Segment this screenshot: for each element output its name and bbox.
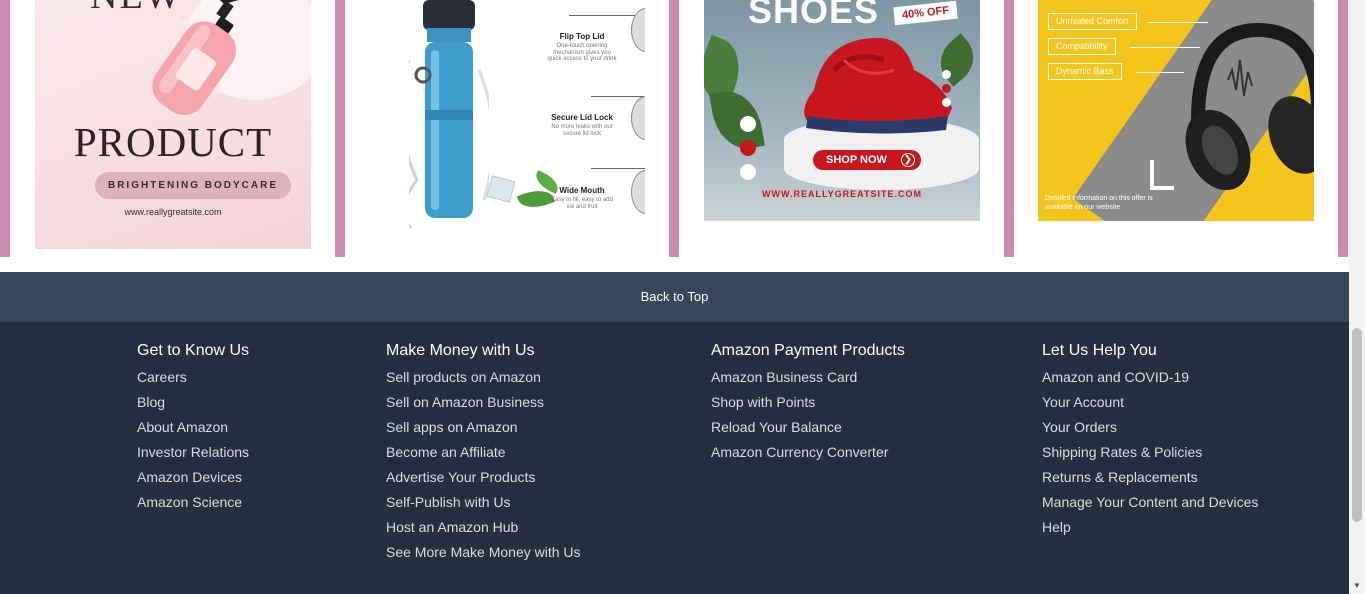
footer-link[interactable]: Amazon and COVID-19	[1042, 367, 1258, 392]
footer-link[interactable]: Amazon Devices	[137, 467, 249, 492]
product-card-bodycare[interactable]: NEW PRODUCT BRIGHTENING BODYCARE www.rea…	[35, 0, 311, 249]
plant-leaf-icon	[709, 86, 765, 154]
feature-tag: Unrivaled Comfort	[1048, 13, 1137, 30]
feature-title: Wide Mouth	[559, 186, 605, 195]
feature-title: Flip Top Lid	[559, 32, 605, 41]
footer-link[interactable]: Reload Your Balance	[711, 417, 905, 442]
footer-column-help: Let Us Help You Amazon and COVID-19 Your…	[1042, 341, 1258, 542]
card-url: www.reallygreatsite.com	[124, 207, 222, 217]
footer-link[interactable]: Investor Relations	[137, 442, 249, 467]
footer-column-heading: Amazon Payment Products	[711, 342, 905, 359]
footer-link[interactable]: Help	[1042, 517, 1258, 542]
card-title: PRODUCT	[73, 119, 273, 165]
arrow-right-icon: ❯	[901, 153, 915, 167]
footer-column-payment-products: Amazon Payment Products Amazon Business …	[711, 341, 905, 467]
card-title: SHOES	[748, 0, 880, 31]
product-card-shoes[interactable]: SHOES 40% OFF SHOP NOW ❯ WWW.REALLYGREAT…	[704, 0, 980, 221]
footer-link[interactable]: Advertise Your Products	[386, 467, 581, 492]
feature-tag: Dynamic Bass	[1048, 63, 1122, 80]
headphones-image	[1185, 22, 1314, 191]
footer-link[interactable]: Sell on Amazon Business	[386, 392, 581, 417]
decor-dot	[740, 140, 756, 156]
callout-line	[1148, 22, 1208, 23]
feature-wide-mouth: Wide Mouth Easy to fill, easy to add ice…	[547, 186, 617, 210]
feature-title: Secure Lid Lock	[551, 113, 613, 122]
card-divider	[669, 0, 679, 257]
offer-note: Detailed information on this offer is av…	[1045, 195, 1153, 211]
footer-link[interactable]: Your Account	[1042, 392, 1258, 417]
card-divider	[0, 0, 10, 257]
footer-link[interactable]: Amazon Science	[137, 492, 249, 517]
callout-line	[569, 15, 644, 16]
shop-now-button[interactable]: SHOP NOW ❯	[813, 150, 921, 170]
feature-secure-lid-lock: Secure Lid Lock No more leaks with our s…	[547, 113, 617, 137]
footer-link[interactable]: Self-Publish with Us	[386, 492, 581, 517]
footer-column-make-money: Make Money with Us Sell products on Amaz…	[386, 341, 581, 567]
vertical-scrollbar[interactable]: ▼	[1349, 0, 1365, 594]
decor-dot	[942, 70, 951, 79]
footer-column-get-to-know-us: Get to Know Us Careers Blog About Amazon…	[137, 341, 249, 517]
footer-link[interactable]: Amazon Currency Converter	[711, 442, 905, 467]
footer-link[interactable]: Blog	[137, 392, 249, 417]
card-divider	[1004, 0, 1014, 257]
footer-link[interactable]: Host an Amazon Hub	[386, 517, 581, 542]
card-divider	[1338, 0, 1348, 257]
product-card-water-bottle[interactable]: Flip Top Lid One-touch opening mechanism…	[369, 0, 645, 232]
footer-link[interactable]: Amazon Business Card	[711, 367, 905, 392]
feature-tag: Compatibility	[1048, 38, 1116, 55]
sneaker-image	[804, 37, 952, 134]
footer-link[interactable]: About Amazon	[137, 417, 249, 442]
decor-dot	[942, 84, 951, 93]
callout-line	[1130, 47, 1200, 48]
feature-desc: One-touch opening mechanism gives you qu…	[547, 43, 617, 63]
footer-link[interactable]: Manage Your Content and Devices	[1042, 492, 1258, 517]
product-carousel: NEW PRODUCT BRIGHTENING BODYCARE www.rea…	[0, 0, 1349, 272]
footer-link[interactable]: See More Make Money with Us	[386, 542, 581, 567]
feature-flip-top-lid: Flip Top Lid One-touch opening mechanism…	[547, 32, 617, 63]
footer-link[interactable]: Returns & Replacements	[1042, 467, 1258, 492]
scroll-down-arrow-icon[interactable]: ▼	[1349, 578, 1365, 594]
pump-bottle-image	[152, 0, 239, 115]
callout-line	[591, 96, 645, 97]
feature-desc: Easy to fill, easy to add ice and fruit	[551, 197, 613, 210]
callout-line	[591, 168, 645, 169]
footer-column-heading: Make Money with Us	[386, 342, 535, 359]
footer-link[interactable]: Sell products on Amazon	[386, 367, 581, 392]
decor-dot	[740, 164, 756, 180]
decor-dot	[740, 116, 756, 132]
ice-cube-icon	[486, 175, 516, 203]
footer-link[interactable]: Careers	[137, 367, 249, 392]
water-bottle-image	[409, 0, 489, 230]
detail-circle	[631, 170, 645, 214]
footer-link[interactable]: Become an Affiliate	[386, 442, 581, 467]
back-to-top-button[interactable]: Back to Top	[0, 272, 1349, 322]
product-card-headphones[interactable]: Unrivaled Comfort Compatibility Dynamic …	[1038, 0, 1314, 221]
decor-dot	[942, 98, 951, 107]
scrollbar-thumb[interactable]	[1352, 328, 1362, 522]
footer-nav: Get to Know Us Careers Blog About Amazon…	[0, 322, 1349, 594]
discount-badge: 40% OFF	[893, 0, 958, 26]
card-divider	[335, 0, 345, 257]
feature-desc: No more leaks with our secure lid lock	[551, 124, 613, 137]
footer-link[interactable]: Shop with Points	[711, 392, 905, 417]
card-url: WWW.REALLYGREATSITE.COM	[762, 189, 922, 199]
footer-column-heading: Get to Know Us	[137, 342, 250, 359]
detail-circle	[631, 96, 645, 140]
corner-bracket	[1150, 160, 1174, 190]
footer-link[interactable]: Your Orders	[1042, 417, 1258, 442]
shop-now-label: SHOP NOW	[826, 154, 887, 166]
footer-link[interactable]: Sell apps on Amazon	[386, 417, 581, 442]
footer-column-heading: Let Us Help You	[1042, 342, 1157, 359]
callout-line	[1136, 72, 1184, 73]
footer-link[interactable]: Shipping Rates & Policies	[1042, 442, 1258, 467]
card-subtitle-pill: BRIGHTENING BODYCARE	[95, 172, 291, 199]
